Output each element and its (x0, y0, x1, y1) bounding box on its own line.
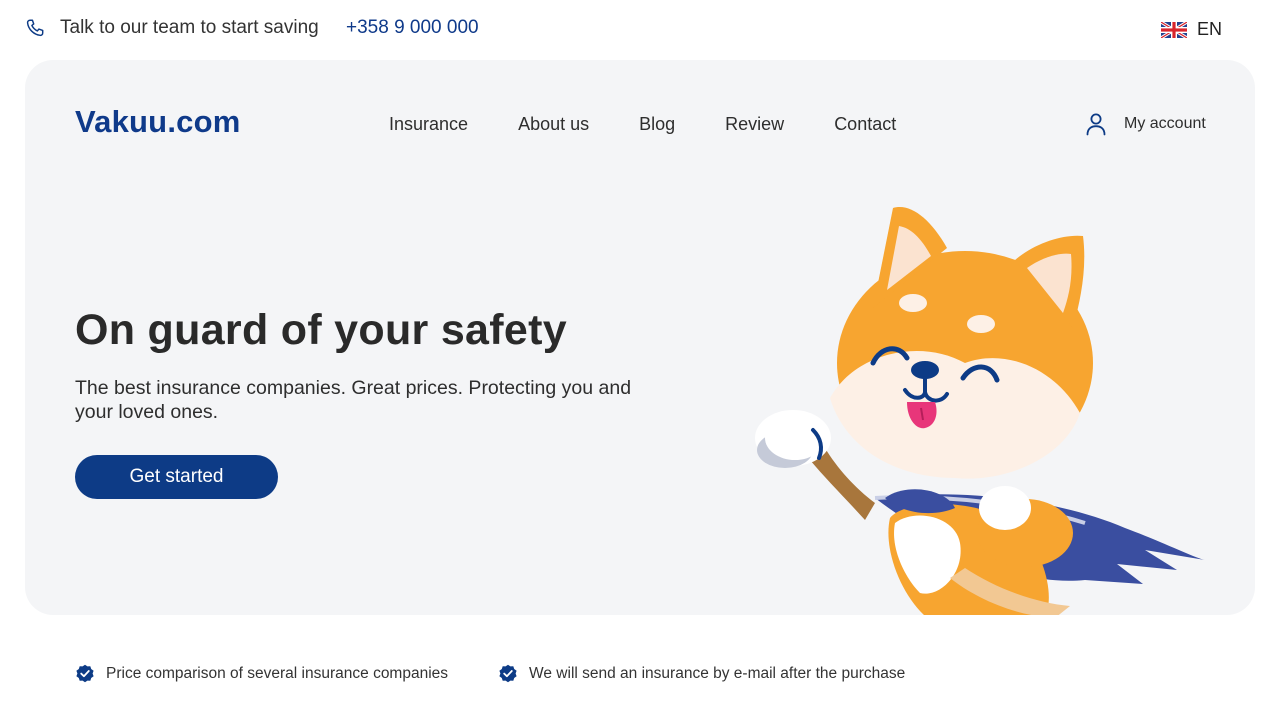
phone-number-link[interactable]: +358 9 000 000 (346, 17, 479, 39)
feature-item: We will send an insurance by e-mail afte… (498, 664, 905, 684)
hero-subtitle: The best insurance companies. Great pric… (75, 377, 632, 423)
user-icon (1086, 113, 1106, 136)
check-badge-icon (499, 664, 517, 683)
nav-blog[interactable]: Blog (639, 114, 675, 135)
check-badge-icon (76, 664, 94, 683)
talk-to-team-text: Talk to our team to start saving (60, 17, 319, 38)
feature-item: Price comparison of several insurance co… (75, 664, 448, 684)
my-account-link[interactable]: My account (1085, 112, 1206, 136)
shiba-superhero-illustration (755, 207, 1205, 615)
phone-icon (26, 19, 44, 37)
nav-about-us[interactable]: About us (518, 114, 589, 135)
main-nav: Insurance About us Blog Review Contact (389, 114, 946, 135)
language-switcher[interactable]: EN (1161, 19, 1222, 40)
feature-text: We will send an insurance by e-mail afte… (529, 665, 906, 682)
language-label: EN (1197, 19, 1223, 39)
features-row: Price comparison of several insurance co… (75, 664, 955, 684)
get-started-button[interactable]: Get started (75, 455, 278, 499)
uk-flag-icon (1161, 21, 1187, 38)
my-account-label: My account (1124, 115, 1206, 132)
hero-section: Vakuu.com Insurance About us Blog Review… (25, 60, 1255, 615)
nav-insurance[interactable]: Insurance (389, 114, 468, 135)
nav-contact[interactable]: Contact (834, 114, 896, 135)
nav-review[interactable]: Review (725, 114, 784, 135)
site-logo[interactable]: Vakuu.com (75, 104, 240, 140)
top-bar: Talk to our team to start saving +358 9 … (0, 0, 1280, 60)
hero-title: On guard of your safety (75, 306, 567, 354)
feature-text: Price comparison of several insurance co… (106, 665, 449, 682)
